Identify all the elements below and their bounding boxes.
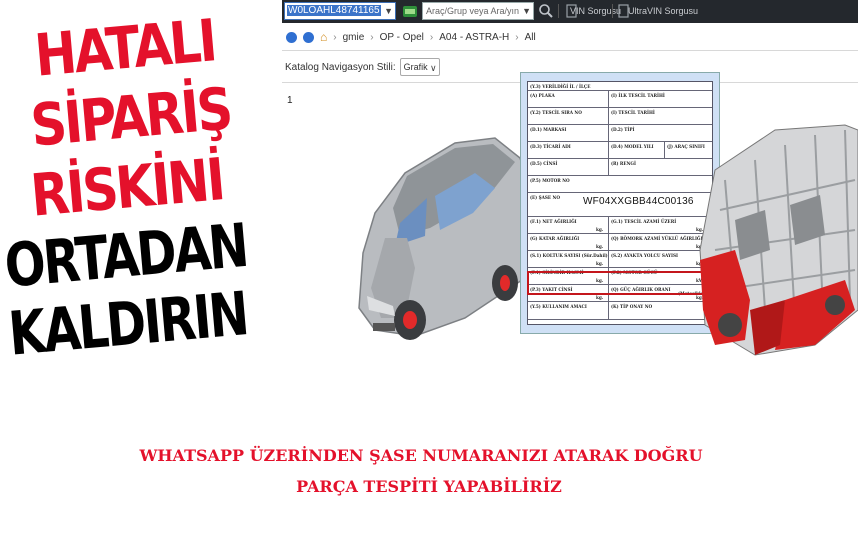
catalog-navigation-row: Katalog Navigasyon Stili: Grafik ∨ [285, 57, 440, 77]
vin-value: W0LOAHL48741165 [287, 5, 381, 16]
form-field-label: (D.1) MARKASI [530, 127, 567, 132]
form-row: (D.1) MARKASI (D.2) TİPİ [528, 125, 712, 142]
form-field-label: (Y.2) TESCİL SIRA NO [530, 110, 582, 115]
form-divider [608, 302, 609, 319]
form-field-label: (K) TİP ONAY NO [611, 304, 653, 309]
form-field-label: (D.5) CİNSİ [530, 161, 558, 166]
form-row: (A) PLAKA (I) İLK TESCİL TARİHİ [528, 91, 712, 108]
form-divider [608, 142, 609, 158]
breadcrumb: ⌂ › gmie › OP - Opel › A04 - ASTRA-H › A… [282, 27, 858, 47]
catalog-style-select[interactable]: Grafik ∨ [399, 58, 440, 76]
form-row: (Y.3) VERİLDİĞİ İL / İLÇE [528, 82, 712, 91]
car-lookup-icon[interactable] [402, 3, 418, 19]
breadcrumb-item[interactable]: All [525, 32, 536, 43]
form-row: (S.1) KOLTUK SAYISI (Sür.Dahil) (S.2) AYA… [528, 251, 712, 268]
search-icon[interactable] [538, 3, 554, 19]
form-divider [608, 234, 609, 250]
form-field-label: (D.2) TİPİ [611, 127, 635, 132]
form-field-label: (I) TESCİL TARİHİ [611, 110, 655, 115]
unit-label: kg. [596, 295, 604, 300]
chevron-down-icon: ∨ [430, 63, 437, 73]
form-row: (E) ŞASE NO WF04XXGBB44C00136 [528, 193, 712, 217]
form-divider [608, 125, 609, 141]
catalog-style-value: Grafik [403, 62, 428, 72]
caption-line-1: WHATSAPP ÜZERİNDEN ŞASE NUMARANIZI ATARA… [139, 446, 703, 465]
breadcrumb-item[interactable]: gmie [343, 32, 365, 43]
form-field-label: (A) PLAKA [530, 93, 555, 98]
form-divider [608, 217, 609, 233]
search-select[interactable]: Araç/Grup veya Ara/yın ▼ [422, 2, 534, 20]
catalog-toolbar: W0LOAHL48741165 ▼ Araç/Grup veya Ara/yın… [282, 0, 858, 23]
form-row: (D.5) CİNSİ (R) RENGİ [528, 159, 712, 176]
chevron-down-icon: ▼ [384, 6, 393, 16]
unit-label: kg. [596, 244, 604, 249]
form-field-label: (I) İLK TESCİL TARİHİ [611, 93, 665, 98]
form-divider [608, 251, 609, 267]
form-row: (F.1) NET AĞIRLIĞI (G.1) TESCİL AZAMİ ÜZE… [528, 217, 712, 234]
divider [282, 50, 858, 51]
breadcrumb-separator: › [370, 31, 374, 43]
breadcrumb-item[interactable]: A04 - ASTRA-H [439, 32, 509, 43]
vin-select[interactable]: W0LOAHL48741165 ▼ [284, 2, 396, 20]
back-icon[interactable] [286, 31, 297, 43]
toolbar-divider [558, 4, 559, 18]
form-field-label: (F.1) NET AĞIRLIĞI [530, 219, 577, 224]
form-row: (Y.2) TESCİL SIRA NO (I) TESCİL TARİHİ [528, 108, 712, 125]
car-illustration [345, 118, 545, 348]
form-field-label: (S.1) KOLTUK SAYISI (Sür.Dahil) [530, 253, 608, 258]
caption-line-2: PARÇA TESPİTİ YAPABİLİRİZ [296, 477, 562, 496]
form-field-label: (Y.3) VERİLDİĞİ İL / İLÇE [530, 84, 591, 89]
form-field-label: (G.1) TESCİL AZAMİ ÜZERİ [611, 219, 677, 224]
form-divider [608, 91, 609, 107]
form-row: (G) KATAR AĞIRLIĞI (Q) RÖMORK AZAMİ YÜKLÜ… [528, 234, 712, 251]
chassis-number-value: WF04XXGBB44C00136 [583, 196, 694, 207]
form-divider [608, 159, 609, 175]
form-divider [664, 142, 665, 158]
unit-label: kg. [596, 261, 604, 266]
form-field-label: (S.2) AYAKTA YOLCU SAYISI [611, 253, 678, 258]
form-row: (Y.5) KULLANIM AMACI (K) TİP ONAY NO [528, 302, 712, 320]
form-field-label: (Q) RÖMORK AZAMİ YÜKLÜ AĞIRLIĞI [611, 236, 703, 241]
ultra-vin-query-button[interactable]: UltraVIN Sorgusu [628, 2, 698, 20]
page-number: 1 [287, 95, 293, 106]
form-field-label: (D.4) MODEL YILI [611, 144, 654, 149]
form-field-label: (Y.5) KULLANIM AMACI [530, 304, 587, 309]
unit-label: kg. [596, 227, 604, 232]
vehicle-registration-document: (Y.3) VERİLDİĞİ İL / İLÇE (A) PLAKA (I) İL… [520, 72, 724, 334]
form-field-label: (R) RENGİ [611, 161, 636, 166]
form-field-label: (G) KATAR AĞIRLIĞI [530, 236, 580, 241]
form-row: (D.3) TİCARİ ADI (D.4) MODEL YILI (J) ARAÇ… [528, 142, 712, 159]
forward-icon[interactable] [303, 31, 314, 43]
form-divider [608, 108, 609, 124]
chassis-number-highlight [527, 271, 705, 295]
home-icon[interactable]: ⌂ [320, 30, 327, 44]
breadcrumb-separator: › [429, 31, 434, 43]
toolbar-divider [612, 4, 613, 18]
breadcrumb-separator: › [515, 31, 519, 43]
breadcrumb-separator: › [333, 31, 337, 43]
breadcrumb-item[interactable]: OP - Opel [380, 32, 424, 43]
catalog-style-label: Katalog Navigasyon Stili: [285, 61, 396, 73]
vehicle-chassis-illustration [695, 110, 858, 360]
chevron-down-icon: ▼ [522, 6, 531, 16]
slogan-banner: HATALI SİPARİŞ RİSKİNİ ORTADAN KALDIRIN [0, 0, 285, 400]
form-field-label: (E) ŞASE NO [530, 195, 561, 200]
search-placeholder: Araç/Grup veya Ara/yın [426, 6, 520, 16]
form-row: (P.5) MOTOR NO [528, 176, 712, 193]
vin-query-button[interactable]: VIN Sorgusu [570, 2, 621, 20]
form-field-label: (D.3) TİCARİ ADI [530, 144, 571, 149]
form-field-label: (P.5) MOTOR NO [530, 178, 570, 183]
